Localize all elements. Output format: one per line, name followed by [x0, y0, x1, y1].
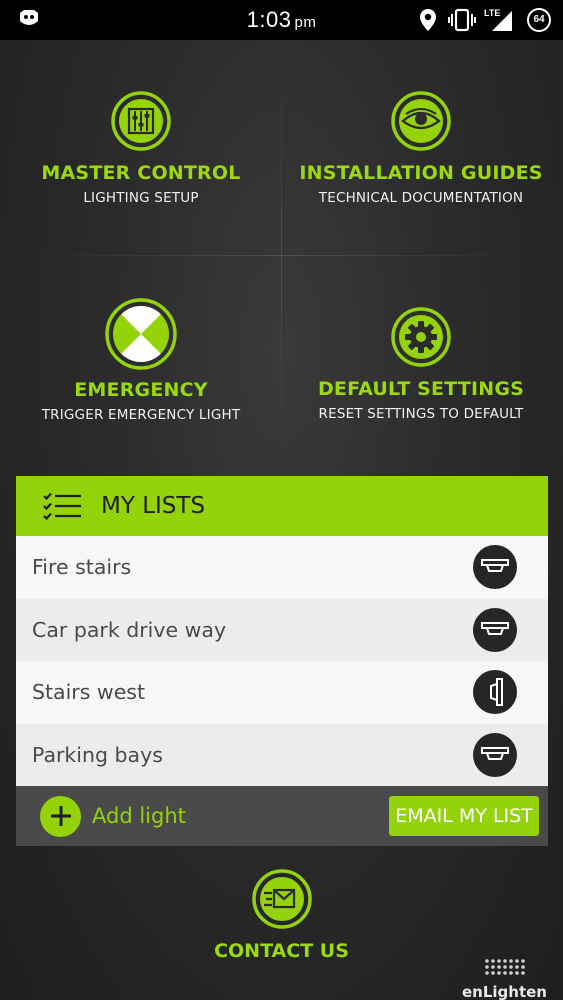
default-settings-title: DEFAULT SETTINGS	[317, 378, 525, 400]
sliders-icon	[111, 91, 171, 151]
ceiling-light-icon	[473, 545, 517, 590]
list-item[interactable]: Stairs west	[16, 661, 548, 724]
list-item-name: Parking bays	[32, 742, 163, 767]
installation-guides-title: INSTALLATION GUIDES	[299, 162, 543, 184]
list-item-name: Car park drive way	[32, 617, 227, 642]
wall-light-icon	[473, 670, 517, 715]
my-lists-footer: Add light EMAIL MY LIST	[16, 786, 548, 846]
status-time: 1:03 pm	[246, 7, 317, 32]
master-control-tile[interactable]: MASTER CONTROL LIGHTING SETUP	[10, 90, 272, 206]
email-my-list-button[interactable]: EMAIL MY LIST	[389, 796, 539, 836]
vibrate-icon	[448, 8, 476, 32]
checklist-icon	[43, 492, 81, 520]
add-light-label: Add light	[92, 804, 186, 828]
installation-guides-subtitle: TECHNICAL DOCUMENTATION	[318, 190, 524, 206]
list-item[interactable]: Parking bays	[16, 723, 548, 786]
emergency-subtitle: TRIGGER EMERGENCY LIGHT	[41, 407, 241, 423]
ceiling-light-icon	[473, 607, 517, 652]
fast-mail-icon	[251, 869, 312, 929]
my-lists-title: MY LISTS	[101, 493, 206, 519]
master-control-title: MASTER CONTROL	[41, 162, 241, 184]
grid-divider-vertical	[281, 60, 282, 460]
list-item-name: Fire stairs	[32, 555, 132, 580]
grid-divider-horizontal	[20, 255, 543, 256]
battery-icon: 64	[527, 8, 551, 32]
my-lists-panel: MY LISTS Fire stairs Car park drive way …	[16, 476, 548, 846]
emergency-title: EMERGENCY	[74, 379, 208, 401]
gear-icon	[391, 307, 451, 367]
default-settings-tile[interactable]: DEFAULT SETTINGS RESET SETTINGS TO DEFAU…	[290, 306, 552, 422]
emergency-x-icon	[105, 298, 177, 370]
contact-us-button[interactable]: CONTACT US	[0, 868, 563, 962]
battery-level: 64	[533, 14, 545, 25]
my-lists-header: MY LISTS	[16, 476, 548, 536]
logo-dots-icon	[484, 959, 525, 975]
list-item[interactable]: Fire stairs	[16, 536, 548, 599]
installation-guides-tile[interactable]: INSTALLATION GUIDES TECHNICAL DOCUMENTAT…	[290, 90, 552, 206]
list-item[interactable]: Car park drive way	[16, 598, 548, 661]
default-settings-subtitle: RESET SETTINGS TO DEFAULT	[318, 406, 524, 422]
signal-icon	[492, 11, 512, 31]
master-control-subtitle: LIGHTING SETUP	[83, 190, 199, 206]
add-light-button[interactable]: Add light	[40, 795, 186, 837]
list-item-name: Stairs west	[32, 680, 146, 705]
location-icon	[420, 9, 436, 31]
emergency-tile[interactable]: EMERGENCY TRIGGER EMERGENCY LIGHT	[10, 297, 272, 423]
ceiling-light-icon	[473, 732, 517, 777]
plus-icon	[40, 795, 81, 837]
eye-icon	[391, 91, 451, 151]
enlighten-logo: enLighten	[462, 958, 547, 1000]
brand-name: enLighten	[462, 983, 547, 1000]
status-bar: 1:03 pm LTE 64	[0, 0, 563, 40]
